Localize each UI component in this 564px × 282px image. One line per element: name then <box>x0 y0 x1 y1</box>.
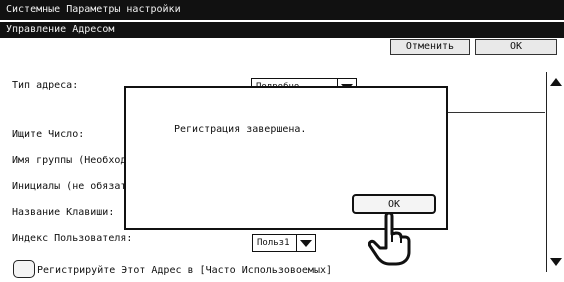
search-number-label: Ищите Число: <box>12 129 85 140</box>
window-titlebar: Системные Параметры настройки <box>0 0 564 22</box>
scroll-down-icon[interactable] <box>550 258 562 266</box>
register-frequent-checkbox[interactable] <box>13 260 35 278</box>
user-index-value: Польз1 <box>257 238 290 248</box>
divider <box>445 112 545 113</box>
ok-button[interactable]: OK <box>475 39 557 55</box>
page-title-bar: Управление Адресом <box>0 22 564 38</box>
scroll-up-icon[interactable] <box>550 78 562 86</box>
dialog-message: Регистрация завершена. <box>174 124 307 135</box>
pointing-hand-icon <box>368 212 411 266</box>
window-title: Системные Параметры настройки <box>6 4 181 15</box>
scrollbar[interactable] <box>546 72 564 272</box>
key-name-label: Название Клавиши: <box>12 207 115 218</box>
user-index-select[interactable]: Польз1 <box>252 234 316 252</box>
initials-label: Инициалы (не обязате <box>12 181 133 192</box>
register-frequent-label: Регистрируйте Этот Адрес в [Часто Исполь… <box>37 265 333 276</box>
cancel-button[interactable]: Отменить <box>390 39 470 55</box>
registration-dialog: Регистрация завершена. OK <box>124 86 448 230</box>
address-type-label: Тип адреса: <box>12 80 79 91</box>
page-title: Управление Адресом <box>6 24 115 35</box>
chevron-down-icon[interactable] <box>296 235 315 251</box>
dialog-ok-button[interactable]: OK <box>352 194 436 214</box>
user-index-label: Индекс Пользователя: <box>12 233 133 244</box>
group-name-label: Имя группы (Необходи <box>12 155 133 166</box>
